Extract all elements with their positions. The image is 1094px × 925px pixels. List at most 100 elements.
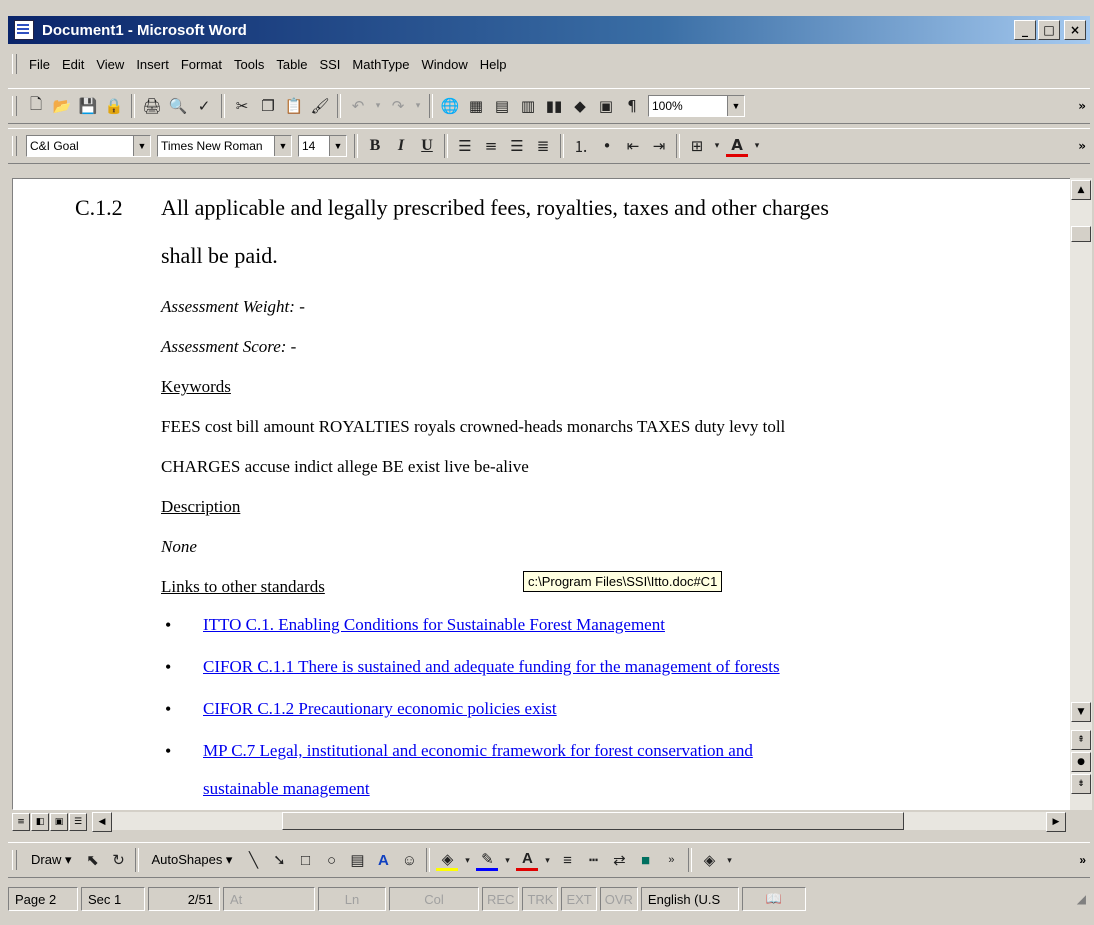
rectangle-icon[interactable]: □ [294,849,316,871]
fill-color-icon[interactable]: ◈ [436,850,459,871]
redo-dropdown-icon[interactable]: ▾ [413,95,423,117]
underline-button[interactable]: U [416,135,438,157]
document-page[interactable]: C.1.2 All applicable and legally prescri… [12,178,1072,810]
link-cifor-c11[interactable]: CIFOR C.1.1 There is sustained and adequ… [203,657,780,677]
maximize-button[interactable]: □ [1038,20,1060,40]
zoom-combo[interactable]: 100% ▼ [648,95,745,117]
status-rec[interactable]: REC [482,887,520,911]
font-color-icon[interactable]: A [726,136,748,157]
align-center-icon[interactable]: ≡ [480,135,502,157]
spelling-status-icon[interactable]: 📖 [741,887,806,911]
line-color-icon[interactable]: ✎ [476,850,499,871]
print-layout-icon[interactable]: ▣ [50,813,68,831]
decrease-indent-icon[interactable]: ⇤ [622,135,644,157]
menu-edit[interactable]: Edit [56,57,90,72]
tables-borders-icon[interactable]: ▦ [465,95,487,117]
fill-color-dropdown-icon[interactable]: ▾ [462,849,472,871]
line-color-dropdown-icon[interactable]: ▾ [502,849,512,871]
resize-grip-icon[interactable]: ◢ [1077,892,1086,906]
chevron-down-icon[interactable]: ▼ [133,136,150,156]
toolbar-grip[interactable] [12,136,17,156]
menu-help[interactable]: Help [474,57,513,72]
show-hide-icon[interactable]: ¶ [621,95,643,117]
3d-style-icon[interactable]: » [660,849,682,871]
status-language[interactable]: English (U.S [640,887,739,911]
insert-table-icon[interactable]: ▤ [491,95,513,117]
status-ext[interactable]: EXT [561,887,597,911]
insert-excel-icon[interactable]: ▥ [517,95,539,117]
arrow-style-icon[interactable]: ⇄ [608,849,630,871]
free-rotate-icon[interactable]: ↻ [107,849,129,871]
web-layout-icon[interactable]: ◧ [31,813,49,831]
link-mp-c7-continued[interactable]: sustainable management [203,779,370,799]
select-browse-object-icon[interactable]: ● [1071,752,1091,772]
link-cifor-c12[interactable]: CIFOR C.1.2 Precautionary economic polic… [203,699,557,719]
align-right-icon[interactable]: ☰ [506,135,528,157]
numbering-icon[interactable]: ⒈ [570,135,592,157]
scroll-right-icon[interactable]: ▶ [1046,812,1066,832]
font-color-icon[interactable]: A [516,850,539,871]
toolbar-options-icon[interactable]: » [1079,853,1086,867]
oval-icon[interactable]: ○ [320,849,342,871]
menu-format[interactable]: Format [175,57,228,72]
borders-icon[interactable]: ⊞ [686,135,708,157]
fill-color-icon[interactable]: ◈ [698,849,720,871]
normal-view-icon[interactable]: ≡ [12,813,30,831]
menu-grip[interactable] [12,54,17,74]
scroll-left-icon[interactable]: ◀ [92,812,112,832]
autoshapes-menu[interactable]: AutoShapes ▾ [143,852,240,868]
cut-icon[interactable]: ✂ [231,95,253,117]
columns-icon[interactable]: ▮▮ [543,95,565,117]
new-document-icon[interactable]: 🗋 [25,95,47,117]
italic-button[interactable]: I [390,135,412,157]
hyperlink-icon[interactable]: 🌐 [439,95,461,117]
chevron-down-icon[interactable]: ▼ [727,96,744,116]
scroll-up-icon[interactable]: ▲ [1071,180,1091,200]
previous-page-icon[interactable]: ⇞ [1071,730,1091,750]
bullets-icon[interactable]: • [596,135,618,157]
align-left-icon[interactable]: ☰ [454,135,476,157]
menu-table[interactable]: Table [270,57,313,72]
scroll-down-icon[interactable]: ▼ [1071,702,1091,722]
open-folder-icon[interactable]: 📂 [51,95,73,117]
link-itto-c1[interactable]: ITTO C.1. Enabling Conditions for Sustai… [203,615,665,635]
arrow-icon[interactable]: ➘ [268,849,290,871]
dash-style-icon[interactable]: ┅ [582,849,604,871]
font-size-combo[interactable]: 14 ▼ [298,135,347,157]
print-preview-icon[interactable]: 🔍 [167,95,189,117]
justify-icon[interactable]: ≣ [532,135,554,157]
fill-color-dropdown-icon[interactable]: ▾ [724,849,734,871]
word-app-icon[interactable] [14,20,34,40]
menu-window[interactable]: Window [416,57,474,72]
chevron-down-icon[interactable]: ▼ [274,136,291,156]
menu-insert[interactable]: Insert [130,57,175,72]
select-objects-icon[interactable]: ⬉ [81,849,103,871]
vertical-scroll-thumb[interactable] [1071,226,1091,242]
font-color-dropdown-icon[interactable]: ▾ [752,135,762,157]
undo-icon[interactable]: ↶ [347,95,369,117]
status-trk[interactable]: TRK [522,887,559,911]
shadow-icon[interactable]: ■ [634,849,656,871]
link-mp-c7[interactable]: MP C.7 Legal, institutional and economic… [203,741,753,761]
menu-file[interactable]: File [23,57,56,72]
increase-indent-icon[interactable]: ⇥ [648,135,670,157]
save-icon[interactable]: 💾 [77,95,99,117]
chevron-down-icon[interactable]: ▼ [329,136,346,156]
borders-dropdown-icon[interactable]: ▾ [712,135,722,157]
line-style-icon[interactable]: ≡ [556,849,578,871]
toolbar-grip[interactable] [12,850,17,870]
menu-tools[interactable]: Tools [228,57,270,72]
menu-view[interactable]: View [90,57,130,72]
status-ovr[interactable]: OVR [599,887,638,911]
minimize-button[interactable]: _ [1014,20,1036,40]
horizontal-scrollbar[interactable]: ◀ ▶ [92,812,1066,832]
redo-icon[interactable]: ↷ [387,95,409,117]
toolbar-options-icon[interactable]: » [1078,139,1086,153]
draw-menu[interactable]: Draw ▾ [23,852,79,868]
font-combo[interactable]: Times New Roman ▼ [157,135,292,157]
toolbar-grip[interactable] [12,96,17,116]
font-color-dropdown-icon[interactable]: ▾ [542,849,552,871]
spelling-icon[interactable]: ✓ [193,95,215,117]
drawing-icon[interactable]: ◆ [569,95,591,117]
undo-dropdown-icon[interactable]: ▾ [373,95,383,117]
